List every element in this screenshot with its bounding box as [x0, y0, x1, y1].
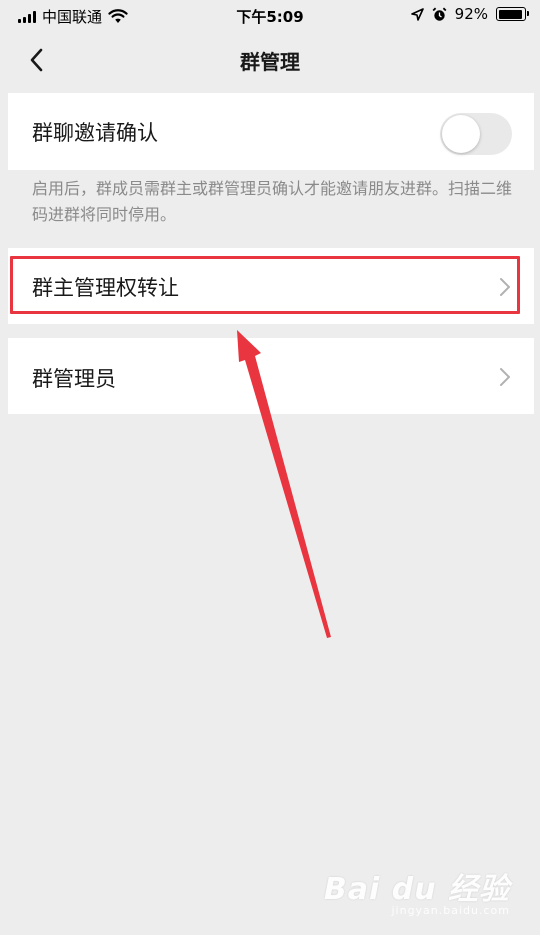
- status-right: 92%: [410, 5, 529, 23]
- transfer-owner-row[interactable]: 群主管理权转让: [8, 248, 534, 324]
- chevron-right-icon: [500, 368, 510, 386]
- nav-bar: 群管理: [0, 32, 540, 88]
- alarm-icon: [432, 7, 447, 21]
- baidu-watermark: Bai du 经验 jingyan.baidu.com: [324, 864, 510, 917]
- status-bar: 中国联通 下午5:09 92%: [0, 0, 540, 32]
- transfer-owner-label: 群主管理权转让: [32, 276, 179, 300]
- invite-confirm-toggle[interactable]: [440, 113, 512, 155]
- toggle-knob: [442, 115, 480, 153]
- watermark-logo: Bai du 经验: [323, 872, 510, 907]
- battery-percent: 92%: [454, 5, 488, 23]
- battery-icon: [496, 7, 529, 21]
- invite-description: 启用后，群成员需群主或群管理员确认才能邀请朋友进群。扫描二维码进群将同时停用。: [32, 179, 513, 224]
- admins-row[interactable]: 群管理员: [8, 338, 534, 414]
- invite-confirm-label: 群聊邀请确认: [32, 121, 158, 145]
- battery-level: [498, 9, 522, 19]
- location-icon: [410, 7, 424, 21]
- page-title: 群管理: [240, 50, 300, 74]
- admins-label: 群管理员: [32, 367, 116, 391]
- invite-confirm-row: 群聊邀请确认: [8, 93, 534, 170]
- chevron-right-icon: [500, 278, 510, 296]
